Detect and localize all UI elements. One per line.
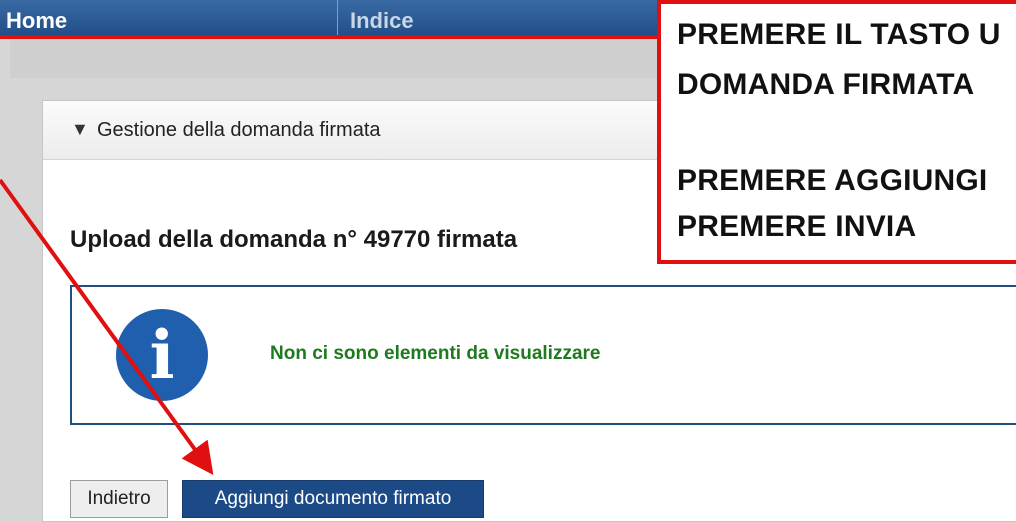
info-message-box: i Non ci sono elementi da visualizzare — [70, 285, 1016, 425]
triangle-down-icon[interactable]: ▼ — [71, 119, 89, 140]
nav-separator — [337, 0, 338, 38]
callout-line-2: DOMANDA FIRMATA — [677, 68, 975, 101]
callout-line-4: PREMERE INVIA — [677, 210, 917, 243]
nav-home-link[interactable]: Home — [6, 8, 67, 34]
back-button[interactable]: Indietro — [70, 480, 168, 518]
nav-index-link[interactable]: Indice — [350, 8, 414, 34]
info-icon: i — [116, 309, 208, 401]
add-signed-document-button[interactable]: Aggiungi documento firmato — [182, 480, 484, 518]
empty-list-message: Non ci sono elementi da visualizzare — [270, 343, 601, 364]
callout-line-3: PREMERE AGGIUNGI — [677, 164, 988, 197]
upload-title: Upload della domanda n° 49770 firmata — [70, 226, 518, 253]
callout-line-1: PREMERE IL TASTO U — [677, 18, 1001, 51]
panel-title: Gestione della domanda firmata — [97, 119, 381, 141]
instruction-callout: PREMERE IL TASTO U DOMANDA FIRMATA PREME… — [657, 0, 1016, 264]
